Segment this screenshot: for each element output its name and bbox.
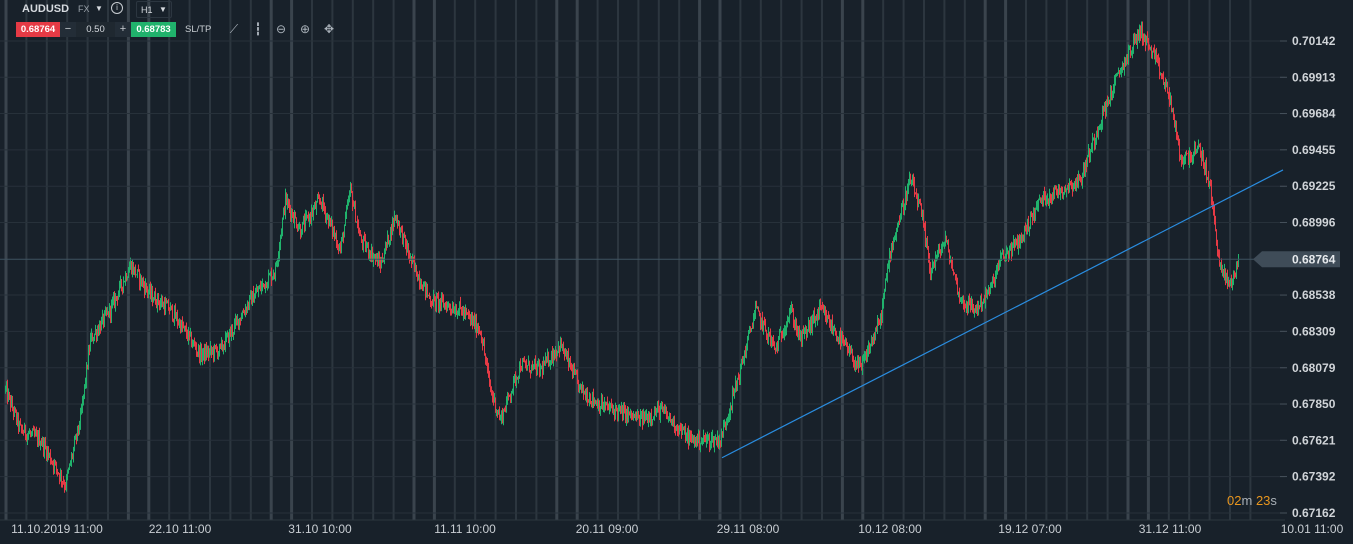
- y-tick-label: 0.67850: [1292, 397, 1336, 411]
- x-tick-label: 22.10 11:00: [149, 522, 212, 536]
- y-tick-label: 0.67162: [1292, 506, 1336, 520]
- sltp-button[interactable]: SL/TP: [185, 24, 211, 35]
- chevron-down-icon: ▼: [159, 5, 167, 14]
- countdown-min-unit: m: [1241, 493, 1253, 508]
- x-tick-label: 20.11 09:00: [576, 522, 639, 536]
- market-label[interactable]: FX: [78, 4, 90, 14]
- crosshair-icon[interactable]: ✥: [321, 21, 337, 37]
- lot-increase-button[interactable]: +: [115, 22, 131, 37]
- zoom-out-icon[interactable]: ⊖: [273, 21, 289, 37]
- x-tick-label: 19.12 07:00: [998, 522, 1062, 536]
- countdown-sec-unit: s: [1270, 493, 1277, 508]
- y-tick-label: 0.70142: [1292, 34, 1336, 48]
- day-separators: [4, 0, 1252, 520]
- candles-icon[interactable]: ┇: [250, 21, 266, 37]
- zoom-in-icon[interactable]: ⊕: [297, 21, 313, 37]
- y-tick-label: 0.69913: [1292, 70, 1336, 84]
- line-chart-icon[interactable]: ⟋: [226, 21, 242, 37]
- lot-decrease-button[interactable]: −: [60, 22, 76, 37]
- y-tick-label: 0.67392: [1292, 470, 1336, 484]
- time-axis: 11.10.2019 11:00 22.10 11:00 31.10 10:00 11…: [11, 522, 1343, 536]
- x-tick-label: 31.10 10:00: [288, 522, 352, 536]
- lot-input[interactable]: 0.50: [76, 22, 115, 37]
- x-tick-label: 10.12 08:00: [858, 522, 922, 536]
- timeframe-value: H1: [141, 5, 153, 15]
- price-axis: 0.70142 0.69913 0.69684 0.69455 0.69225 0.689…: [1280, 34, 1336, 520]
- trade-toolbar: AUDUSD FX ▼ i H1 ▼ 0.68764 − 0.50 + 0.68…: [0, 0, 350, 44]
- y-tick-label: 0.68079: [1292, 361, 1336, 375]
- y-tick-label: 0.69684: [1292, 107, 1336, 121]
- x-tick-label: 31.12 11:00: [1139, 522, 1202, 536]
- price-chart[interactable]: 0.70142 0.69913 0.69684 0.69455 0.69225 0.689…: [0, 0, 1353, 544]
- current-price-label: 0.68764: [1292, 252, 1336, 266]
- y-tick-label: 0.68309: [1292, 324, 1336, 338]
- symbol-label[interactable]: AUDUSD: [22, 3, 69, 15]
- y-tick-label: 0.67621: [1292, 433, 1336, 447]
- price-grid: [0, 40, 1285, 514]
- countdown-minutes: 02: [1227, 493, 1242, 508]
- x-tick-label: 29.11 08:00: [717, 522, 780, 536]
- x-tick-label: 11.10.2019 11:00: [11, 522, 103, 536]
- x-tick-label: 11.11 10:00: [434, 522, 496, 536]
- current-price-tag: 0.68764: [1253, 251, 1340, 268]
- countdown-seconds: 23: [1255, 493, 1271, 508]
- sell-button[interactable]: 0.68764: [16, 22, 60, 37]
- x-tick-label: 10.01 11:00: [1281, 522, 1344, 536]
- timeframe-select[interactable]: H1 ▼: [136, 1, 172, 18]
- y-tick-label: 0.68996: [1292, 216, 1336, 230]
- info-icon[interactable]: i: [111, 2, 123, 14]
- buy-button[interactable]: 0.68783: [131, 22, 176, 37]
- trendline: [721, 169, 1284, 459]
- y-tick-label: 0.68538: [1292, 288, 1336, 302]
- y-tick-label: 0.69455: [1292, 143, 1336, 157]
- chevron-down-icon[interactable]: ▼: [95, 4, 103, 13]
- y-tick-label: 0.69225: [1292, 179, 1336, 193]
- candle-countdown: 02m 23s: [1227, 493, 1277, 508]
